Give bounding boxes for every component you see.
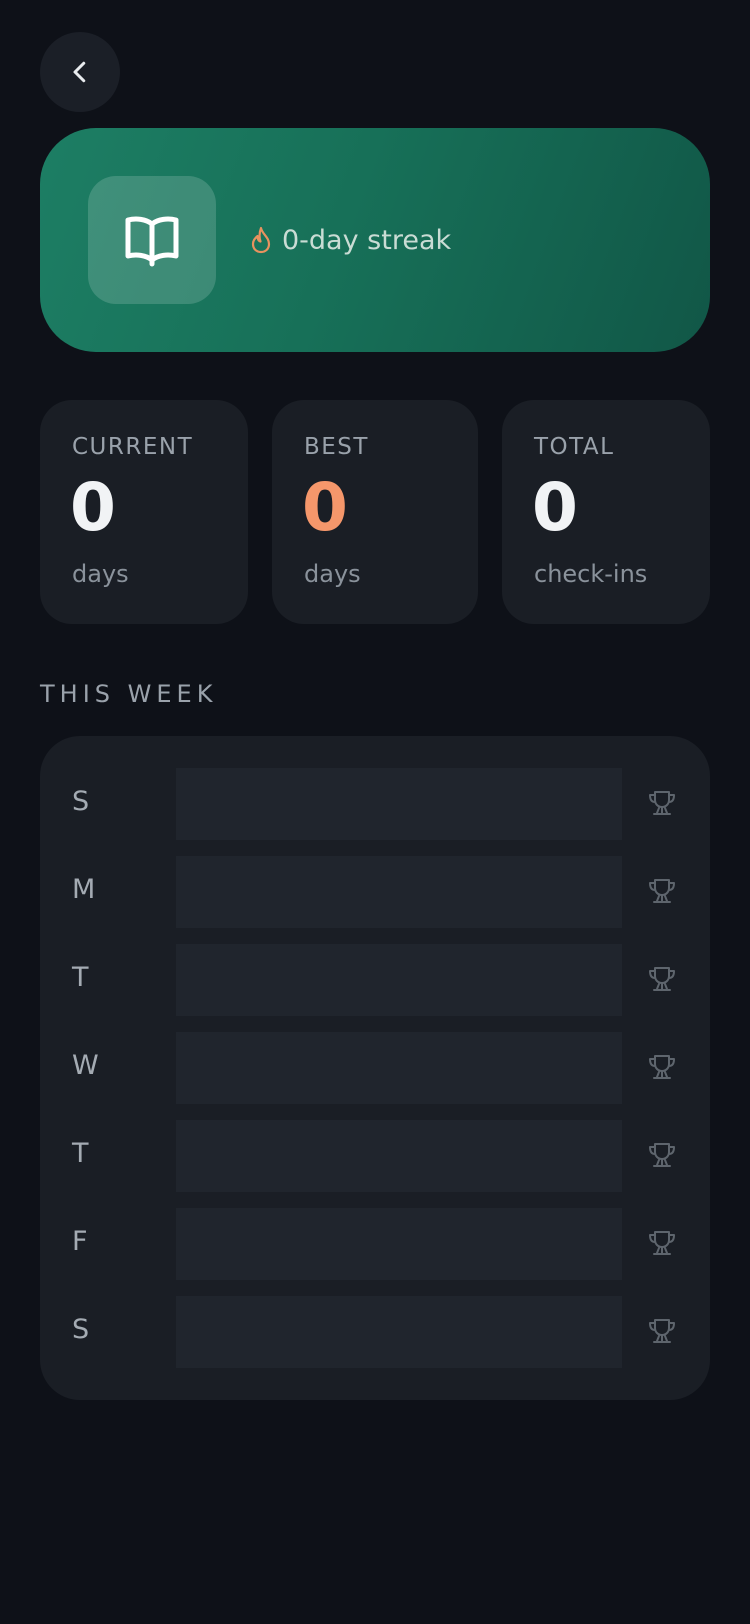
- stat-unit: days: [304, 560, 361, 588]
- day-progress-bar: [176, 944, 622, 1016]
- total-checkins-card: TOTAL 0 check-ins: [502, 400, 710, 624]
- streak-indicator: 0-day streak: [250, 218, 451, 262]
- day-row[interactable]: W: [40, 1032, 710, 1104]
- streak-text: 0-day streak: [282, 224, 452, 256]
- day-progress-bar: [176, 1296, 622, 1368]
- week-card: S M T W T F S: [40, 736, 710, 1400]
- day-label: M: [72, 874, 96, 905]
- stat-value: 0: [532, 469, 578, 546]
- best-streak-card: BEST 0 days: [272, 400, 478, 624]
- stat-label: TOTAL: [534, 434, 615, 460]
- trophy-icon: [649, 791, 675, 815]
- stat-label: CURRENT: [72, 434, 194, 460]
- back-button[interactable]: [40, 32, 120, 112]
- day-row[interactable]: T: [40, 1120, 710, 1192]
- day-row[interactable]: S: [40, 768, 710, 840]
- day-label: W: [72, 1050, 99, 1081]
- trophy-icon: [649, 879, 675, 903]
- day-label: S: [72, 786, 90, 817]
- open-book-icon: [125, 216, 179, 267]
- day-row[interactable]: F: [40, 1208, 710, 1280]
- trophy-icon: [649, 967, 675, 991]
- day-progress-bar: [176, 768, 622, 840]
- trophy-icon: [649, 1231, 675, 1255]
- day-row[interactable]: T: [40, 944, 710, 1016]
- stat-unit: days: [72, 560, 129, 588]
- day-progress-bar: [176, 1032, 622, 1104]
- current-streak-card: CURRENT 0 days: [40, 400, 248, 624]
- day-label: S: [72, 1314, 90, 1345]
- trophy-icon: [649, 1143, 675, 1167]
- day-label: F: [72, 1226, 88, 1257]
- day-progress-bar: [176, 856, 622, 928]
- stat-value: 0: [302, 469, 348, 546]
- flame-icon: [251, 226, 271, 254]
- stat-unit: check-ins: [534, 560, 648, 588]
- trophy-icon: [649, 1319, 675, 1343]
- day-row[interactable]: S: [40, 1296, 710, 1368]
- habit-hero-card: 0-day streak: [40, 128, 710, 352]
- day-progress-bar: [176, 1120, 622, 1192]
- habit-icon-tile: [88, 176, 216, 304]
- day-progress-bar: [176, 1208, 622, 1280]
- day-label: T: [72, 1138, 89, 1169]
- stat-label: BEST: [304, 434, 369, 460]
- trophy-icon: [649, 1055, 675, 1079]
- chevron-left-icon: [73, 61, 86, 83]
- day-label: T: [72, 962, 89, 993]
- stat-value: 0: [70, 469, 116, 546]
- section-title: THIS WEEK: [40, 680, 218, 708]
- day-row[interactable]: M: [40, 856, 710, 928]
